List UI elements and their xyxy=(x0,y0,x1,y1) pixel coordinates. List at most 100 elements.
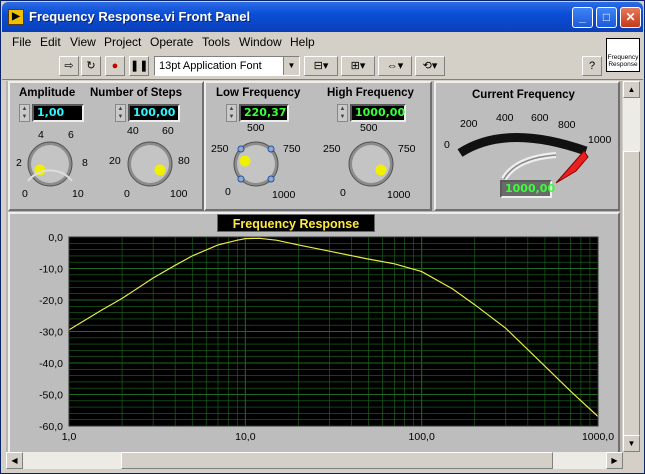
y-tick-label: 0,0 xyxy=(48,232,63,244)
gauge-tick-800: 800 xyxy=(558,119,576,131)
front-panel: Amplitude Number of Steps ▲ ▼ 1,00 ▲ ▼ 100… xyxy=(6,81,622,468)
low-tick-1000: 1000 xyxy=(272,189,296,201)
low-frequency-input[interactable]: 220,37 xyxy=(239,104,289,122)
steps-tick-100: 100 xyxy=(170,188,188,200)
resize-handle[interactable] xyxy=(237,145,245,153)
steps-label: Number of Steps xyxy=(90,87,183,99)
x-tick-label: 10,0 xyxy=(235,431,256,443)
scroll-right-icon[interactable]: ▶ xyxy=(606,452,623,469)
amp-tick-6: 6 xyxy=(68,129,74,141)
steps-tick-80: 80 xyxy=(178,155,190,167)
horizontal-scrollbar[interactable]: ◀ ▶ xyxy=(6,452,623,469)
y-tick-label: -30,0 xyxy=(39,327,63,339)
vertical-scrollbar[interactable]: ▲ ▼ xyxy=(623,81,640,452)
steps-tick-20: 20 xyxy=(109,155,121,167)
close-button[interactable]: ✕ xyxy=(620,7,641,28)
window-title: Frequency Response.vi Front Panel xyxy=(29,9,251,24)
steps-knob-pointer xyxy=(154,164,166,176)
scroll-down-icon[interactable]: ▼ xyxy=(623,435,640,452)
current-frequency-panel: Current Frequency 0 200 400 600 800 1000… xyxy=(434,81,620,211)
amp-tick-0: 0 xyxy=(22,188,28,200)
high-tick-500: 500 xyxy=(360,122,378,134)
vertical-scroll-thumb[interactable] xyxy=(623,151,640,441)
amplitude-steps-panel: Amplitude Number of Steps ▲ ▼ 1,00 ▲ ▼ 100… xyxy=(8,81,204,211)
steps-input[interactable]: 100,00 xyxy=(128,104,180,122)
steps-tick-40: 40 xyxy=(127,125,139,137)
amplitude-label: Amplitude xyxy=(19,87,76,99)
low-tick-250: 250 xyxy=(211,143,229,155)
run-arrow-icon[interactable]: ⇨ xyxy=(59,56,79,76)
reorder-icon[interactable]: ⟲▾ xyxy=(415,56,445,76)
pause-icon[interactable]: ❚❚ xyxy=(129,56,149,76)
app-window: ▶ Frequency Response.vi Front Panel _ □ … xyxy=(0,0,645,474)
chevron-down-icon: ▼ xyxy=(283,57,299,75)
menu-bar: File Edit View Project Operate Tools Win… xyxy=(2,32,643,52)
horizontal-scroll-thumb[interactable] xyxy=(121,452,553,469)
low-frequency-knob-pointer xyxy=(239,155,251,167)
menu-operate[interactable]: Operate xyxy=(150,35,193,49)
scroll-up-icon[interactable]: ▲ xyxy=(623,81,640,98)
y-tick-label: -10,0 xyxy=(39,264,63,276)
menu-help[interactable]: Help xyxy=(290,35,315,49)
resize-handle[interactable] xyxy=(267,145,275,153)
resize-objects-icon[interactable]: ⇔▾ xyxy=(378,56,412,76)
high-frequency-label: High Frequency xyxy=(327,87,414,99)
resize-handle[interactable] xyxy=(267,175,275,183)
amp-tick-4: 4 xyxy=(38,129,44,141)
font-selector[interactable]: 13pt Application Font ▼ xyxy=(154,56,300,76)
gauge-tick-1000: 1000 xyxy=(588,134,612,146)
chart-plot[interactable]: 0,0 -10,0 -20,0 -30,0 -40,0 -50,0 -60,01,0 10,0… xyxy=(10,232,618,464)
gauge-tick-200: 200 xyxy=(460,118,478,130)
low-tick-750: 750 xyxy=(283,143,301,155)
context-help-button[interactable]: ? xyxy=(582,56,602,76)
low-tick-0: 0 xyxy=(225,186,231,198)
menu-view[interactable]: View xyxy=(70,35,96,49)
abort-icon[interactable]: ● xyxy=(105,56,125,76)
run-continuously-icon[interactable]: ↻ xyxy=(81,56,101,76)
menu-tools[interactable]: Tools xyxy=(202,35,230,49)
frequency-range-panel: Low Frequency High Frequency ▲ ▼ 220,37 ▲… xyxy=(204,81,432,211)
menu-window[interactable]: Window xyxy=(239,35,282,49)
amp-tick-8: 8 xyxy=(82,157,88,169)
y-tick-label: -20,0 xyxy=(39,295,63,307)
high-frequency-increment[interactable]: ▲ ▼ xyxy=(337,104,348,122)
gauge-tick-0: 0 xyxy=(444,139,450,151)
title-bar[interactable]: ▶ Frequency Response.vi Front Panel _ □ … xyxy=(2,2,643,32)
amplitude-input[interactable]: 1,00 xyxy=(32,104,84,122)
menu-file[interactable]: File xyxy=(12,35,31,49)
high-tick-250: 250 xyxy=(323,143,341,155)
steps-increment[interactable]: ▲ ▼ xyxy=(115,104,126,122)
minimize-button[interactable]: _ xyxy=(572,7,593,28)
amp-tick-2: 2 xyxy=(16,157,22,169)
high-frequency-input[interactable]: 1000,00 xyxy=(350,104,406,122)
low-tick-500: 500 xyxy=(247,122,265,134)
amp-tick-10: 10 xyxy=(72,188,84,200)
low-frequency-label: Low Frequency xyxy=(216,87,301,99)
current-frequency-display: 1000,00 xyxy=(500,180,555,198)
amplitude-increment[interactable]: ▲ ▼ xyxy=(19,104,30,122)
y-tick-label: -60,0 xyxy=(39,421,63,433)
resize-handle[interactable] xyxy=(237,175,245,183)
low-frequency-increment[interactable]: ▲ ▼ xyxy=(226,104,237,122)
x-tick-label: 100,0 xyxy=(409,431,435,443)
y-tick-label: -50,0 xyxy=(39,390,63,402)
high-tick-750: 750 xyxy=(398,143,416,155)
menu-project[interactable]: Project xyxy=(104,35,141,49)
resize-grip-icon[interactable] xyxy=(623,452,640,469)
font-selector-label: 13pt Application Font xyxy=(159,60,262,72)
align-objects-icon[interactable]: ⊟▾ xyxy=(304,56,338,76)
high-tick-1000: 1000 xyxy=(387,189,411,201)
gauge-tick-600: 600 xyxy=(531,112,549,124)
frequency-response-graph: Frequency Response 0,0 -10,0 -20,0 -30,0 -40… xyxy=(8,212,620,467)
vi-connector-icon[interactable]: Frequency Response xyxy=(606,38,640,72)
distribute-objects-icon[interactable]: ⊞▾ xyxy=(341,56,375,76)
toolbar: ⇨ ↻ ● ❚❚ 13pt Application Font ▼ ⊟▾ ⊞▾ ⇔▾… xyxy=(2,52,643,80)
chart-title: Frequency Response xyxy=(217,214,375,232)
gauge-tick-400: 400 xyxy=(496,112,514,124)
x-tick-label: 1000,0 xyxy=(582,431,614,443)
menu-edit[interactable]: Edit xyxy=(40,35,61,49)
scroll-left-icon[interactable]: ◀ xyxy=(6,452,23,469)
gauge-scale-arc xyxy=(457,133,588,157)
steps-tick-60: 60 xyxy=(162,125,174,137)
maximize-button[interactable]: □ xyxy=(596,7,617,28)
